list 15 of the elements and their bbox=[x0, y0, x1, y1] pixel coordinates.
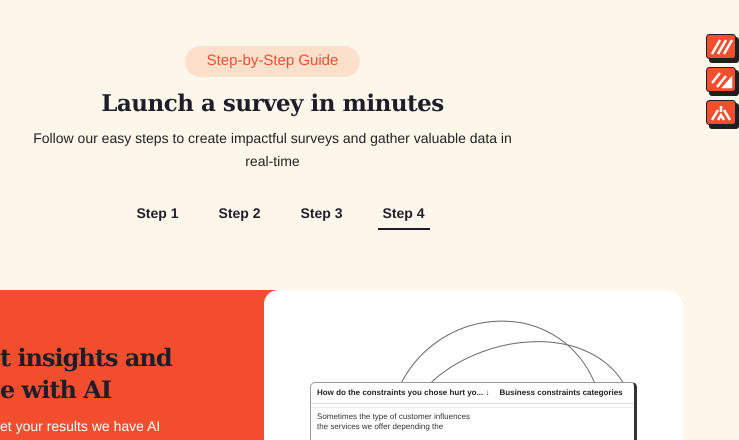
striped-tile-icon bbox=[706, 34, 739, 63]
column-header: How do the constraints you chose hurt yo... ↓ bbox=[317, 387, 490, 399]
section-subtitle: Follow our easy steps to create impactful surveys and gather valuable data in real-time bbox=[32, 129, 513, 171]
step-tab[interactable]: Step 4 bbox=[378, 203, 430, 230]
striped-tile-icon bbox=[706, 100, 739, 129]
step-tab[interactable]: Step 2 bbox=[213, 203, 266, 230]
feature-heading: t insights and e with AI bbox=[0, 342, 174, 406]
section-title: Launch a survey in minutes bbox=[101, 88, 444, 118]
section-badge: Step-by-Step Guide bbox=[184, 46, 360, 76]
step-tab[interactable]: Step 3 bbox=[296, 203, 348, 230]
table-cell-text: Sometimes the type of customer influences the services we offer depending the bbox=[316, 411, 471, 432]
striped-tile-icon bbox=[706, 67, 739, 96]
feature-text: et your results we have AI bbox=[0, 417, 162, 436]
column-header: Business constraints categories bbox=[499, 387, 623, 399]
step-tab[interactable]: Step 1 bbox=[131, 203, 184, 230]
